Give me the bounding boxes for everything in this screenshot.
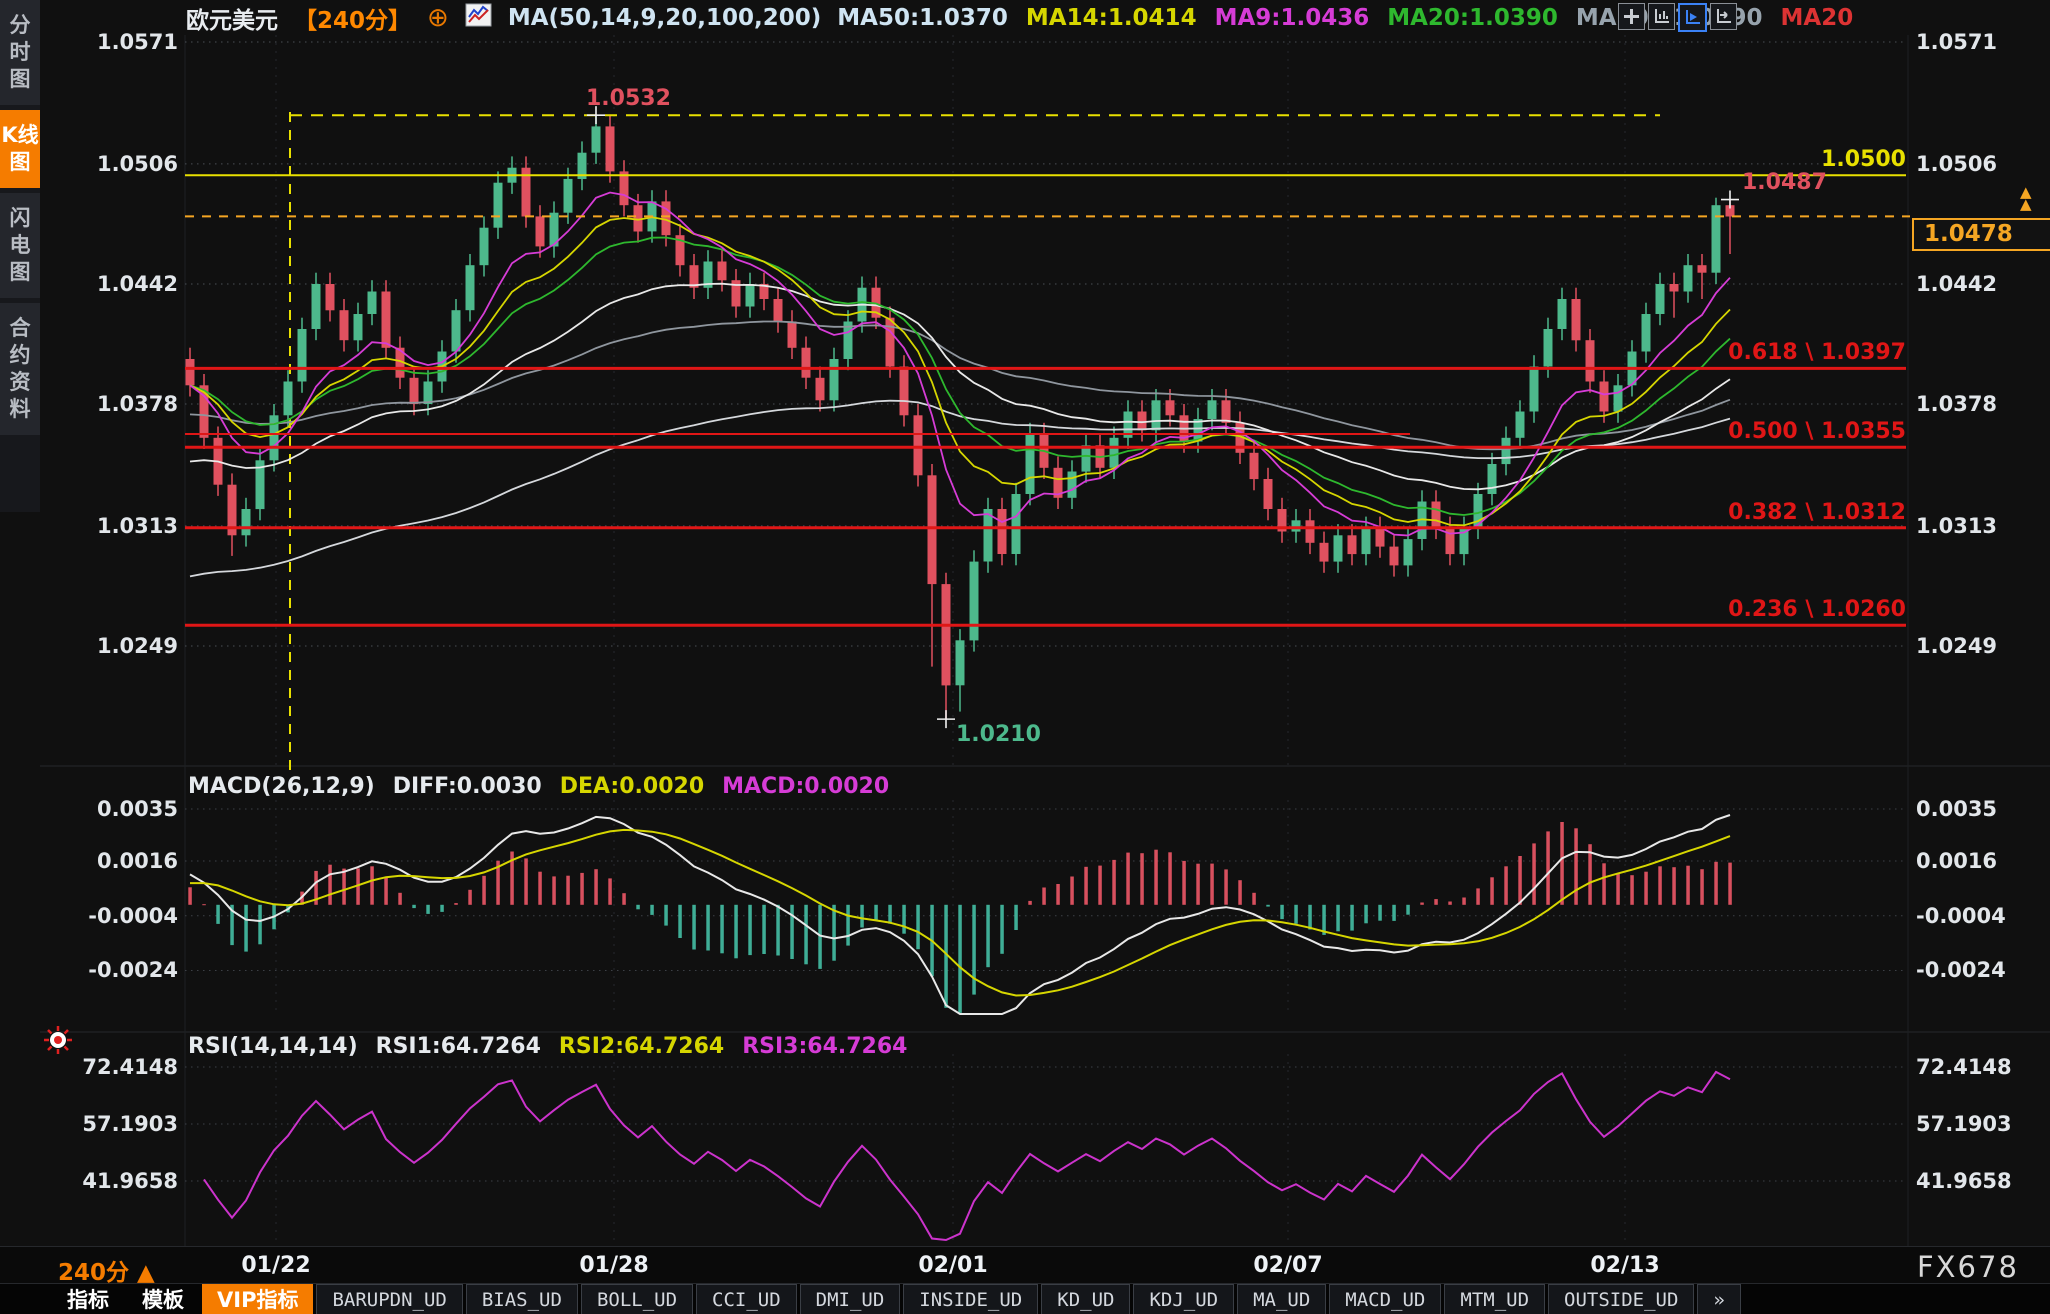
- price-axis-label-right: 1.0571: [1916, 30, 1997, 54]
- date-tick-01/22: 01/22: [241, 1253, 310, 1278]
- price-axis-label-left: 1.0313: [40, 514, 178, 538]
- rsi-axis-label-right: 57.1903: [1916, 1112, 2012, 1136]
- sidebar-item-闪电图[interactable]: 闪电图: [0, 193, 40, 298]
- ma-value-ma9: MA9:1.0436: [1215, 5, 1370, 31]
- price-axis-label-right: 1.0442: [1916, 272, 1997, 296]
- trading-terminal: 分时图 K线图闪电图合约资料 欧元美元 【240分】 ⊕ MA(50,14,9,2…: [0, 0, 2050, 1314]
- axis-scale-right-icon[interactable]: [1678, 3, 1707, 32]
- tab-DMI_UD[interactable]: DMI_UD: [800, 1284, 901, 1314]
- rsi-axis-label-left: 57.1903: [40, 1112, 178, 1136]
- chart-canvas[interactable]: [0, 0, 2050, 1314]
- price-marker-label: 1.0487: [1742, 170, 1827, 195]
- macd-dea-value: DEA:0.0020: [560, 774, 704, 799]
- macd-title: MACD(26,12,9): [188, 774, 375, 799]
- price-axis-label-left: 1.0249: [40, 634, 178, 658]
- rsi3-value: RSI3:64.7264: [742, 1034, 907, 1059]
- tab-MA_UD[interactable]: MA_UD: [1237, 1284, 1326, 1314]
- tab-BOLL_UD[interactable]: BOLL_UD: [581, 1284, 693, 1314]
- macd-diff-value: DIFF:0.0030: [393, 774, 542, 799]
- tab-KDJ_UD[interactable]: KDJ_UD: [1133, 1284, 1234, 1314]
- macd-axis-label-left: -0.0004: [40, 904, 178, 928]
- macd-axis-label-right: 0.0016: [1916, 849, 1997, 873]
- price-axis-label-right: 1.0506: [1916, 152, 1997, 176]
- pan-right-icon[interactable]: [1710, 3, 1737, 30]
- chart-toolbar: [1618, 3, 1737, 32]
- price-marker-label: 1.0532: [586, 86, 671, 111]
- axis-scale-left-icon[interactable]: [1648, 3, 1675, 30]
- chart-header: 欧元美元 【240分】 ⊕ MA(50,14,9,20,100,200) MA5…: [186, 2, 1853, 34]
- resistance-line-label: 1.0500: [1821, 147, 1906, 172]
- price-scale-arrows-icon[interactable]: ▲▲: [2020, 186, 2032, 210]
- sidebar-item-分时图[interactable]: 分时图: [0, 0, 40, 105]
- tab-MACD_UD[interactable]: MACD_UD: [1329, 1284, 1441, 1314]
- time-axis: 240分 ▲ 01/22 01/28 02/01 02/07 02/13: [0, 1246, 2050, 1284]
- macd-macd-value: MACD:0.0020: [722, 774, 889, 799]
- time-axis-period[interactable]: 240分 ▲: [58, 1253, 155, 1287]
- date-tick-01/28: 01/28: [579, 1253, 648, 1278]
- symbol-title: 欧元美元: [186, 1, 278, 35]
- rsi-axis-label-left: 41.9658: [40, 1169, 178, 1193]
- ma-value-ma14: MA14:1.0414: [1026, 5, 1197, 31]
- date-tick-02/07: 02/07: [1253, 1253, 1322, 1278]
- tab-CCI_UD[interactable]: CCI_UD: [696, 1284, 797, 1314]
- rsi2-value: RSI2:64.7264: [559, 1034, 724, 1059]
- ma-value-ma20: MA20:1.0390: [1387, 5, 1558, 31]
- tab-指标[interactable]: 指标: [52, 1284, 124, 1314]
- fib-0382-label: 0.382 \ 1.0312: [1728, 500, 1906, 525]
- tab-BIAS_UD[interactable]: BIAS_UD: [466, 1284, 578, 1314]
- macd-axis-label-left: 0.0035: [40, 797, 178, 821]
- layout-grid-icon[interactable]: [1618, 3, 1645, 30]
- fib-0500-label: 0.500 \ 1.0355: [1728, 419, 1906, 444]
- price-marker-label: 1.0210: [956, 722, 1041, 747]
- date-tick-02/13: 02/13: [1590, 1253, 1659, 1278]
- sidebar-item-K线图[interactable]: K线图: [0, 110, 40, 188]
- fib-0236-label: 0.236 \ 1.0260: [1728, 597, 1906, 622]
- price-axis-label-left: 1.0442: [40, 272, 178, 296]
- price-axis-label-right: 1.0313: [1916, 514, 1997, 538]
- ma-value-ma20: MA20: [1781, 5, 1854, 31]
- rsi-header: RSI(14,14,14) RSI1:64.7264 RSI2:64.7264 …: [188, 1034, 907, 1059]
- tab-KD_UD[interactable]: KD_UD: [1041, 1284, 1130, 1314]
- ma-value-ma50: MA50:1.0370: [837, 5, 1008, 31]
- tab-BARUPDN_UD[interactable]: BARUPDN_UD: [316, 1284, 462, 1314]
- tab-INSIDE_UD[interactable]: INSIDE_UD: [903, 1284, 1038, 1314]
- price-axis-label-right: 1.0249: [1916, 634, 1997, 658]
- price-axis-label-left: 1.0571: [40, 30, 178, 54]
- date-tick-02/01: 02/01: [918, 1253, 987, 1278]
- tab-OUTSIDE_UD[interactable]: OUTSIDE_UD: [1548, 1284, 1694, 1314]
- tab-模板[interactable]: 模板: [127, 1284, 199, 1314]
- tab-VIP指标[interactable]: VIP指标: [202, 1284, 313, 1314]
- price-axis-label-right: 1.0378: [1916, 392, 1997, 416]
- price-axis-label-left: 1.0506: [40, 152, 178, 176]
- rsi-axis-label-right: 72.4148: [1916, 1055, 2012, 1079]
- price-axis-label-left: 1.0378: [40, 392, 178, 416]
- fib-0618-label: 0.618 \ 1.0397: [1728, 340, 1906, 365]
- rsi-title: RSI(14,14,14): [188, 1034, 358, 1059]
- indicator-tab-bar: 指标模板VIP指标BARUPDN_UDBIAS_UDBOLL_UDCCI_UDD…: [0, 1283, 2050, 1314]
- tab-MTM_UD[interactable]: MTM_UD: [1444, 1284, 1545, 1314]
- tab-»[interactable]: »: [1697, 1284, 1740, 1314]
- macd-axis-label-left: 0.0016: [40, 849, 178, 873]
- macd-axis-label-left: -0.0024: [40, 958, 178, 982]
- macd-axis-label-right: -0.0004: [1916, 904, 2006, 928]
- mini-chart-icon[interactable]: [465, 3, 492, 33]
- add-indicator-icon[interactable]: ⊕: [427, 3, 449, 33]
- macd-axis-label-right: 0.0035: [1916, 797, 1997, 821]
- chart-type-sidebar: 分时图 K线图闪电图合约资料: [0, 0, 40, 512]
- current-price-tag: 1.0478: [1912, 218, 2050, 251]
- rsi-axis-label-right: 41.9658: [1916, 1169, 2012, 1193]
- sidebar-item-合约资料[interactable]: 合约资料: [0, 303, 40, 435]
- live-indicator-icon: [40, 1022, 76, 1062]
- brand-watermark: FX678: [1917, 1250, 2019, 1284]
- ma-settings-label: MA(50,14,9,20,100,200): [508, 5, 821, 31]
- period-badge[interactable]: 【240分】: [294, 1, 411, 35]
- macd-header: MACD(26,12,9) DIFF:0.0030 DEA:0.0020 MAC…: [188, 774, 889, 799]
- macd-axis-label-right: -0.0024: [1916, 958, 2006, 982]
- rsi1-value: RSI1:64.7264: [376, 1034, 541, 1059]
